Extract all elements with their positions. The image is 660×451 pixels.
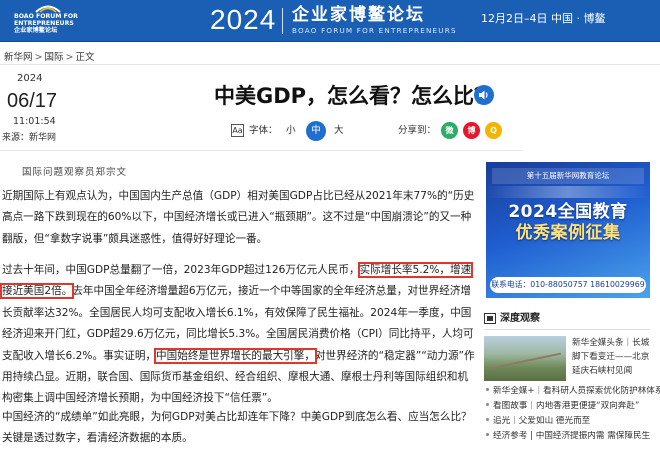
audio-play-icon[interactable] bbox=[474, 85, 494, 105]
list-item[interactable]: 看图故事｜内地香港更便捷“双向奔赴” bbox=[484, 401, 660, 412]
list-item[interactable]: 追光｜父爱如山 德光而至 bbox=[484, 416, 660, 427]
article-title: 中美GDP，怎么看？怎么比？ bbox=[214, 84, 496, 108]
wechat-icon-glyph: 微 bbox=[445, 126, 454, 135]
publish-time: 11:01:54 bbox=[13, 116, 56, 127]
article-paragraph-3: 中国经济的“成绩单”如此亮眼，为何GDP对美占比却连年下降？中美GDP到底怎么看… bbox=[2, 411, 472, 445]
ad-top-text: 第十五届新华网教育论坛 bbox=[492, 168, 644, 184]
news-item-text: 新华全媒+｜看科研人员探索优化防护林体系 bbox=[493, 386, 660, 396]
list-item[interactable]: 新华全媒+｜看科研人员探索优化防护林体系 bbox=[484, 386, 660, 397]
deep-observation-title[interactable]: 深度观察 bbox=[500, 312, 540, 325]
weibo-share-icon[interactable]: 博 bbox=[463, 122, 480, 139]
logo-text-line1: BOAO FORUM FOR bbox=[14, 13, 78, 20]
breadcrumb-divider bbox=[0, 64, 660, 65]
top-banner[interactable]: BOAO FORUM FOR ENTREPRENEURS 企业家博鳌论坛 202… bbox=[0, 0, 660, 42]
deep-observation-divider bbox=[484, 329, 650, 330]
font-size-large-button[interactable]: 大 bbox=[334, 125, 344, 137]
bullet-icon bbox=[486, 403, 489, 406]
source-label: 来源： bbox=[2, 133, 30, 143]
forum-logo: BOAO FORUM FOR ENTREPRENEURS 企业家博鳌论坛 bbox=[14, 3, 124, 39]
breadcrumb-item-home[interactable]: 新华网 bbox=[4, 52, 33, 63]
highlight-growth-engine: 中国始终是世界增长的最大引擎， bbox=[154, 347, 317, 364]
article-paragraph-2: 过去十年间，中国GDP总量翻了一倍，2023年GDP超过126万亿元人民币，实际… bbox=[0, 260, 476, 410]
news-item-text: 经济参考 | 中国经济提振内需 需保障民生 bbox=[493, 431, 651, 441]
deep-observation-icon bbox=[484, 313, 496, 324]
page: BOAO FORUM FOR ENTREPRENEURS 企业家博鳌论坛 202… bbox=[0, 0, 660, 451]
banner-divider bbox=[282, 8, 283, 34]
breadcrumb-separator: > bbox=[34, 52, 43, 63]
paragraph-2-part-a: 过去十年间，中国GDP总量翻了一倍，2023年GDP超过126万亿元人民币， bbox=[2, 264, 360, 276]
bullet-icon bbox=[486, 418, 489, 421]
deep-observation-caption[interactable]: 新华全媒头条｜长城脚下看变迁——北京延庆石峡村见闻 bbox=[572, 336, 654, 378]
ad-main-line2: 优秀案例征集 bbox=[515, 223, 621, 243]
news-item-text: 追光｜父爱如山 德光而至 bbox=[493, 416, 591, 426]
speaker-icon bbox=[479, 90, 488, 100]
logo-text-line3: 企业家博鳌论坛 bbox=[14, 27, 58, 34]
banner-date: 12月2日–4日 中国 · 博鳌 bbox=[481, 12, 606, 25]
breadcrumb: 新华网 > 国际 > 正文 bbox=[4, 52, 94, 64]
breadcrumb-item-world[interactable]: 国际 bbox=[44, 52, 63, 63]
banner-en-title: BOAO FORUM FOR ENTREPRENEURS bbox=[292, 26, 457, 35]
great-wall-thumbnail[interactable] bbox=[484, 336, 566, 381]
font-size-label: 字体： bbox=[249, 125, 278, 136]
wall-shape bbox=[490, 352, 562, 374]
bullet-icon bbox=[486, 388, 489, 391]
logo-text: BOAO FORUM FOR ENTREPRENEURS 企业家博鳌论坛 bbox=[14, 13, 124, 34]
qzone-icon-glyph: Q bbox=[490, 126, 497, 135]
weibo-icon-glyph: 博 bbox=[467, 126, 476, 135]
article-byline: 国际问题观察员郑宗文 bbox=[22, 167, 128, 178]
font-size-medium-button[interactable]: 中 bbox=[306, 121, 326, 141]
news-item-text: 看图故事｜内地香港更便捷“双向奔赴” bbox=[493, 401, 640, 411]
font-icon: Aa bbox=[231, 124, 244, 137]
source-line: 来源：新华网 bbox=[2, 132, 56, 144]
education-ad-banner[interactable]: 第十五届新华网教育论坛 2024全国教育 优秀案例征集 联系电话：010-880… bbox=[486, 162, 650, 298]
tools-divider bbox=[0, 150, 522, 151]
ad-main-line1: 2024全国教育 bbox=[508, 202, 628, 222]
banner-cn-title: 企业家博鳌论坛 bbox=[292, 5, 425, 25]
banner-year: 2024 bbox=[210, 4, 277, 35]
ad-phone: 联系电话：010-88050757 18610029969 bbox=[490, 277, 646, 293]
source-name[interactable]: 新华网 bbox=[29, 133, 56, 143]
breadcrumb-item-current: 正文 bbox=[75, 52, 95, 63]
wechat-share-icon[interactable]: 微 bbox=[441, 122, 458, 139]
share-label: 分享到： bbox=[398, 125, 437, 136]
publish-date: 06/17 bbox=[7, 90, 58, 112]
breadcrumb-separator: > bbox=[65, 52, 74, 63]
logo-arc-icon bbox=[35, 5, 61, 13]
logo-text-line2: ENTREPRENEURS bbox=[14, 20, 74, 27]
ad-light-beam bbox=[486, 186, 650, 198]
qzone-share-icon[interactable]: Q bbox=[485, 122, 502, 139]
article-paragraph-1: 近期国际上有观点认为，中国国内生产总值（GDP）相对美国GDP占比已经从2021… bbox=[2, 190, 475, 245]
publish-year: 2024 bbox=[17, 73, 43, 84]
list-item[interactable]: 经济参考 | 中国经济提振内需 需保障民生 bbox=[484, 431, 660, 442]
ad-main-text: 2024全国教育 优秀案例征集 bbox=[492, 202, 644, 244]
font-size-small-button[interactable]: 小 bbox=[286, 125, 296, 137]
bullet-icon bbox=[486, 433, 489, 436]
